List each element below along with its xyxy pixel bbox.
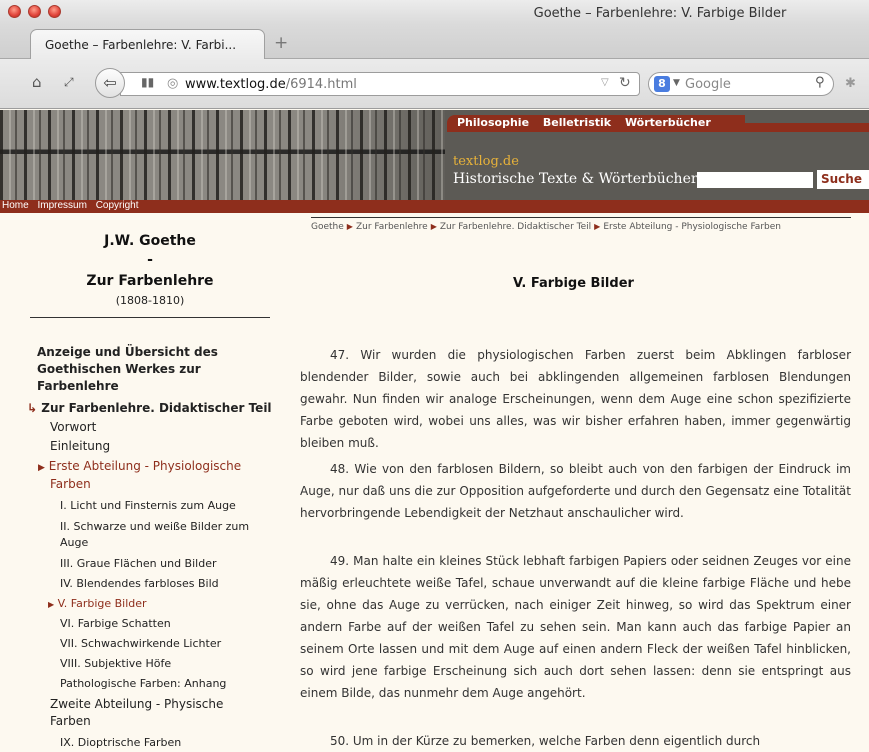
site-tagline: Historische Texte & Wörterbücher <box>453 171 698 187</box>
toc-item[interactable]: VII. Schwachwirkende Lichter <box>60 635 221 652</box>
paragraph-48: 48. Wie von den farblosen Bildern, so bl… <box>300 462 851 520</box>
browser-search-placeholder: Google <box>685 77 731 92</box>
site-brand[interactable]: textlog.de <box>453 154 519 169</box>
home-icon[interactable]: ⌂ <box>32 73 42 91</box>
navigation-bar: ⌂ ⤢ ▮▮ ◎ www.textlog.de/6914.html ▽ ↻ ⇦ … <box>0 59 869 109</box>
author-separator: - <box>147 252 153 268</box>
header-divider <box>745 115 869 123</box>
paragraph-49: 49. Man halte ein kleines Stück lebhaft … <box>300 554 851 700</box>
toc-item[interactable]: Farbenlehre <box>37 378 119 395</box>
breadcrumb-item[interactable]: Zur Farbenlehre. Didaktischer Teil <box>440 222 591 232</box>
toc-item[interactable]: II. Schwarze und weiße Bilder zum <box>60 518 249 535</box>
toc-item[interactable]: Vorwort <box>50 419 96 436</box>
back-button[interactable]: ⇦ <box>95 68 125 98</box>
toc-item-current-part[interactable]: ↳ Zur Farbenlehre. Didaktischer Teil <box>27 400 272 417</box>
toc-item[interactable]: Pathologische Farben: Anhang <box>60 675 226 692</box>
toc-item[interactable]: Farben <box>50 476 91 493</box>
back-arrow-icon: ⇦ <box>103 73 117 92</box>
toc-item[interactable]: IV. Blendendes farbloses Bild <box>60 575 219 592</box>
site-search-input[interactable] <box>697 172 813 188</box>
toc-item[interactable]: IX. Dioptrische Farben <box>60 734 181 751</box>
browser-window: Goethe – Farbenlehre: V. Farbige Bilder … <box>0 0 869 752</box>
nav-belletristik[interactable]: Belletristik <box>543 116 611 129</box>
url-text[interactable]: www.textlog.de/6914.html <box>185 77 357 92</box>
toc-item[interactable]: Goethischen Werkes zur <box>37 361 201 378</box>
url-path: /6914.html <box>285 77 357 92</box>
current-part-arrow-icon: ↳ <box>27 401 38 415</box>
url-host: www.textlog.de <box>185 77 286 92</box>
nav-impressum[interactable]: Impressum <box>37 200 86 211</box>
nav-home[interactable]: Home <box>2 200 29 211</box>
bookshelf-image <box>0 110 445 200</box>
tab-bar: Goethe – Farbenlehre: V. Farbi... + <box>0 25 869 59</box>
google-icon: 8 <box>654 76 670 92</box>
search-icon[interactable]: ⚲ <box>815 75 825 90</box>
url-dropdown-icon[interactable]: ▽ <box>601 77 609 88</box>
window-title: Goethe – Farbenlehre: V. Farbige Bilder <box>533 6 787 21</box>
author-name: J.W. Goethe <box>104 233 196 249</box>
breadcrumb-item[interactable]: Goethe <box>311 222 344 232</box>
toc-item-label: Zur Farbenlehre. Didaktischer Teil <box>41 401 272 415</box>
sidebar-rule <box>30 317 270 318</box>
page-arrow-icon: ▶ <box>48 600 55 609</box>
toc-item-current-page[interactable]: ▶ V. Farbige Bilder <box>48 595 147 613</box>
globe-icon: ◎ <box>167 76 179 91</box>
breadcrumb-separator-icon: ▶ <box>430 222 437 231</box>
breadcrumb-separator-icon: ▶ <box>346 222 353 231</box>
toc-item[interactable]: Zweite Abteilung - Physische <box>50 696 223 713</box>
engine-dropdown-icon[interactable]: ▼ <box>673 78 680 88</box>
toc-item[interactable]: I. Licht und Finsternis zum Auge <box>60 497 236 514</box>
sidebar: J.W. Goethe - Zur Farbenlehre (1808-1810… <box>0 213 300 752</box>
work-years: (1808-1810) <box>115 294 185 307</box>
nav-philosophie[interactable]: Philosophie <box>457 116 529 129</box>
work-title: Zur Farbenlehre <box>86 273 214 289</box>
toc-item[interactable]: Farben <box>50 713 91 730</box>
section-arrow-icon: ▶ <box>38 463 45 473</box>
paragraph-50: 50. Um in der Kürze zu bemerken, welche … <box>330 734 761 748</box>
toc-item[interactable]: VI. Farbige Schatten <box>60 615 171 632</box>
fullscreen-icon[interactable]: ⤢ <box>64 75 74 90</box>
site-search-button[interactable]: Suche <box>817 170 869 189</box>
breadcrumb-item[interactable]: Zur Farbenlehre <box>356 222 428 232</box>
tab-active[interactable]: Goethe – Farbenlehre: V. Farbi... <box>30 29 265 59</box>
url-bar[interactable]: ▮▮ ◎ www.textlog.de/6914.html ▽ ↻ <box>120 72 640 96</box>
browser-search-field[interactable]: 8 ▼ Google ⚲ <box>648 72 834 96</box>
breadcrumb-separator-icon: ▶ <box>594 222 601 231</box>
article-title: V. Farbige Bilder <box>513 276 634 291</box>
nav-copyright[interactable]: Copyright <box>96 200 139 211</box>
toc-item[interactable]: VIII. Subjektive Höfe <box>60 655 171 672</box>
toc-item-current-section[interactable]: ▶ Erste Abteilung - Physiologische <box>38 458 241 477</box>
toc-item[interactable]: III. Graue Flächen und Bilder <box>60 555 216 572</box>
toc-item[interactable]: Auge <box>60 534 88 551</box>
toc-item[interactable]: Anzeige und Übersicht des <box>37 344 218 361</box>
toc-item-label: Erste Abteilung - Physiologische <box>48 459 242 473</box>
new-tab-button[interactable]: + <box>274 33 288 53</box>
breadcrumb: Goethe ▶ Zur Farbenlehre ▶ Zur Farbenlehre. … <box>311 217 851 233</box>
reader-icon[interactable]: ▮▮ <box>141 75 154 89</box>
site-header: Philosophie Belletristik Wörterbücher te… <box>0 110 869 200</box>
reload-icon[interactable]: ↻ <box>619 75 631 91</box>
paragraph-47: 47. Wir wurden die physiologischen Farbe… <box>300 348 851 450</box>
site-sub-nav: Home Impressum Copyright <box>0 200 869 213</box>
nav-woerterbuecher[interactable]: Wörterbücher <box>625 116 711 129</box>
toc-item[interactable]: Einleitung <box>50 438 110 455</box>
toc-item-label: V. Farbige Bilder <box>57 597 147 610</box>
extension-icon[interactable]: ✱ <box>845 76 856 91</box>
breadcrumb-item[interactable]: Erste Abteilung - Physiologische Farben <box>603 222 781 232</box>
